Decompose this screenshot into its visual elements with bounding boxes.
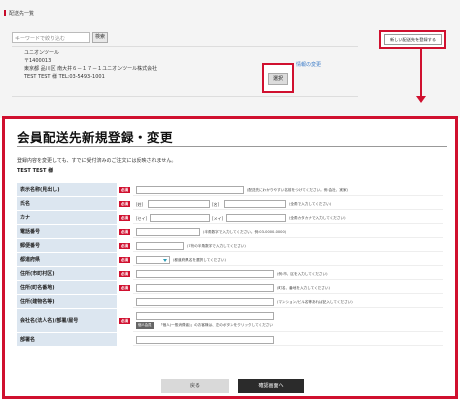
first-name-kana-label: [メイ]	[212, 216, 224, 221]
title-divider	[17, 146, 447, 147]
form-row-display-name: 表示名称(見出し) 必須 (配送先にわかりやすい名前をつけてください。例:会社、…	[17, 182, 443, 196]
back-button[interactable]: 戻る	[161, 379, 229, 393]
individual-member-button[interactable]: 個人会員	[136, 322, 154, 329]
edit-address-link[interactable]: 情報の変更	[296, 61, 321, 68]
first-name-label: [名]	[212, 202, 220, 207]
address-list-panel: 配送先一覧 キーワードで絞り込む 検索 ユニオンツール 〒1400013 東京都…	[0, 0, 460, 118]
required-badge: 必須	[119, 318, 130, 324]
first-name-input[interactable]	[224, 200, 286, 208]
form-row-street: 住所(町名番地) 必須 (町名、番地を入力してください)	[17, 280, 443, 294]
form-row-company: 会社名(法人名)/部署/屋号 必須 個人会員 「個人(一般消費者)」のお客様は、…	[17, 308, 443, 332]
required-badge: 必須	[119, 229, 130, 235]
search-button[interactable]: 検索	[92, 32, 108, 43]
field-label: 郵便番号	[17, 239, 117, 252]
required-badge: 必須	[119, 285, 130, 291]
form-row-kana: カナ 必須 [セイ] [メイ] (全角カタカナで入力してください)	[17, 210, 443, 224]
divider	[12, 96, 358, 97]
company-input[interactable]	[136, 312, 274, 320]
field-label: 表示名称(見出し)	[17, 183, 117, 196]
arrow-line	[420, 49, 422, 99]
required-badge: 必須	[119, 271, 130, 277]
form-note: 登録内容を変更しても、すでに受付済みのご注文には反映されません。	[17, 158, 177, 164]
prefecture-select[interactable]	[136, 256, 170, 264]
form-row-department: 部署名	[17, 332, 443, 346]
field-label: 電話番号	[17, 225, 117, 238]
field-hint: (半角数字で入力してください。例:03-0000-0000)	[203, 230, 287, 234]
field-hint: (7桁の半角数字で入力してください)	[187, 244, 246, 248]
form-row-prefecture: 都道府県 必須 (都道府県名を選択してください)	[17, 252, 443, 266]
field-hint: (町名、番地を入力してください)	[277, 286, 330, 290]
address-entry: ユニオンツール 〒1400013 東京都 品川区 南大井６－１７－１ユニオンツー…	[24, 49, 157, 81]
form-row-building: 住所(建物名等) (マンション/ビル名等あれば記入してください)	[17, 294, 443, 308]
address-registration-form: 会員配送先新規登録・変更 登録内容を変更しても、すでに受付済みのご注文には反映さ…	[2, 116, 458, 399]
address-street: 東京都 品川区 南大井６－１７－１ユニオンツール株式会社	[24, 66, 158, 72]
select-address-button[interactable]: 選択	[268, 73, 288, 85]
last-name-input[interactable]	[148, 200, 210, 208]
last-name-kana-label: [セイ]	[136, 216, 148, 221]
field-label: 部署名	[17, 333, 117, 346]
confirm-button[interactable]: 確認画面へ	[238, 379, 304, 393]
field-label: 都道府県	[17, 253, 117, 266]
field-label: 住所(建物名等)	[17, 295, 117, 308]
required-badge: 必須	[119, 243, 130, 249]
field-hint: (全角カタカナで入力してください)	[289, 216, 346, 220]
form-title: 会員配送先新規登録・変更	[17, 130, 174, 145]
form-row-name: 氏名 必須 [姓] [名] (全角で入力してください)	[17, 196, 443, 210]
form-row-city: 住所(市町村区) 必須 (例:市、区を入力してください)	[17, 266, 443, 280]
address-list-title: 配送先一覧	[4, 10, 34, 17]
field-label: カナ	[17, 211, 117, 224]
address-contact: TEST TEST 様 TEL:03-5493-1001	[24, 74, 105, 80]
form-user-name: TEST TEST 様	[17, 168, 54, 174]
field-label: 氏名	[17, 197, 117, 210]
display-name-input[interactable]	[136, 186, 244, 194]
last-name-kana-input[interactable]	[150, 214, 210, 222]
field-label: 住所(市町村区)	[17, 267, 117, 280]
field-hint: 「個人(一般消費者)」のお客様は、左のボタンをクリックしてください	[159, 323, 273, 327]
field-hint: (都道府県名を選択してください)	[173, 258, 226, 262]
required-badge: 必須	[119, 257, 130, 263]
required-badge: 必須	[119, 201, 130, 207]
department-input[interactable]	[136, 336, 274, 344]
street-input[interactable]	[136, 284, 274, 292]
field-hint: (全角で入力してください)	[289, 202, 332, 206]
postal-code-input[interactable]	[136, 242, 184, 250]
field-hint: (配送先にわかりやすい名前をつけてください。例:会社、実家)	[247, 188, 348, 192]
form-row-phone: 電話番号 必須 (半角数字で入力してください。例:03-0000-0000)	[17, 224, 443, 238]
divider	[12, 46, 358, 47]
building-input[interactable]	[136, 298, 274, 306]
new-address-register-button[interactable]: 新しい配送先を登録する	[384, 34, 442, 45]
arrow-down-icon	[416, 96, 426, 103]
field-label: 会社名(法人名)/部署/屋号	[17, 309, 117, 332]
field-label: 住所(町名番地)	[17, 281, 117, 294]
field-hint: (例:市、区を入力してください)	[277, 272, 328, 276]
required-badge: 必須	[119, 187, 130, 193]
last-name-label: [姓]	[136, 202, 144, 207]
form-row-postal: 郵便番号 必須 (7桁の半角数字で入力してください)	[17, 238, 443, 252]
city-input[interactable]	[136, 270, 274, 278]
field-hint: (マンション/ビル名等あれば記入してください)	[277, 300, 353, 304]
first-name-kana-input[interactable]	[226, 214, 286, 222]
phone-input[interactable]	[136, 228, 200, 236]
address-name: ユニオンツール	[24, 50, 60, 56]
form-table: 表示名称(見出し) 必須 (配送先にわかりやすい名前をつけてください。例:会社、…	[17, 182, 443, 346]
keyword-search-input[interactable]: キーワードで絞り込む	[12, 32, 90, 43]
address-postal: 〒1400013	[24, 58, 52, 64]
required-badge: 必須	[119, 215, 130, 221]
